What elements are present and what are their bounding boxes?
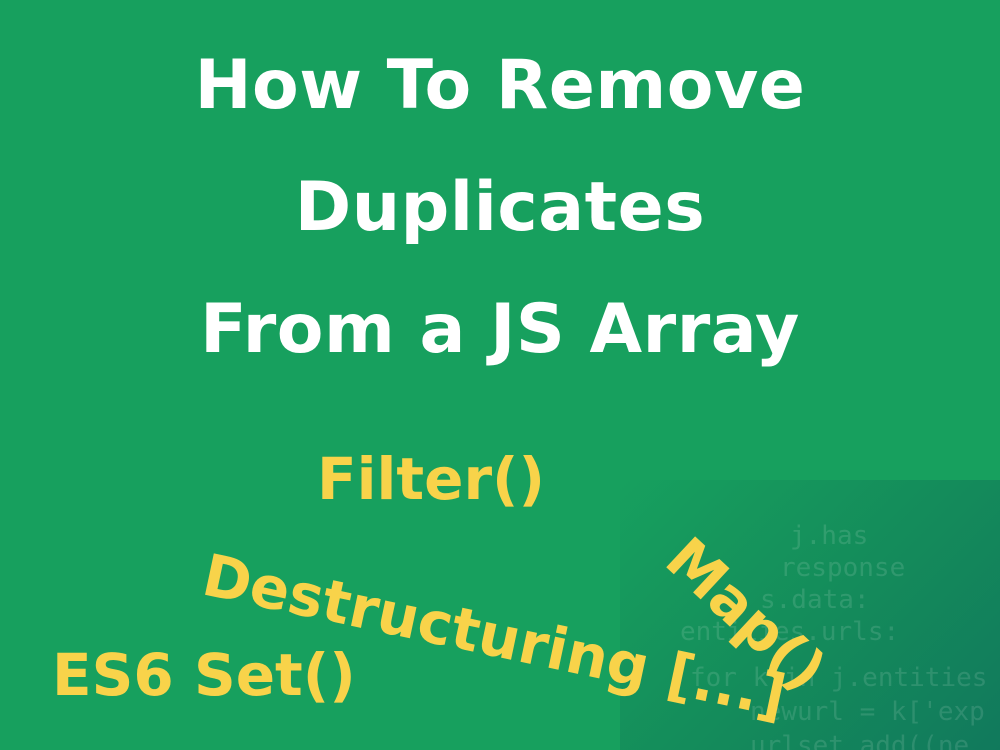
code-line: j.has <box>790 521 869 551</box>
title-line-3: From a JS Array <box>200 290 800 369</box>
filter-label: Filter() <box>317 445 546 513</box>
blog-cover-image: j.has response s.data: entities.urls: fo… <box>0 0 1000 750</box>
code-line: urlset.add((ne <box>750 731 970 750</box>
es6-set-label: ES6 Set() <box>52 641 356 709</box>
code-line: response <box>780 553 906 583</box>
code-line: newurl = k['exp <box>750 697 985 727</box>
title-line-1: How To Remove <box>194 46 806 125</box>
title-line-2: Duplicates <box>294 168 706 247</box>
